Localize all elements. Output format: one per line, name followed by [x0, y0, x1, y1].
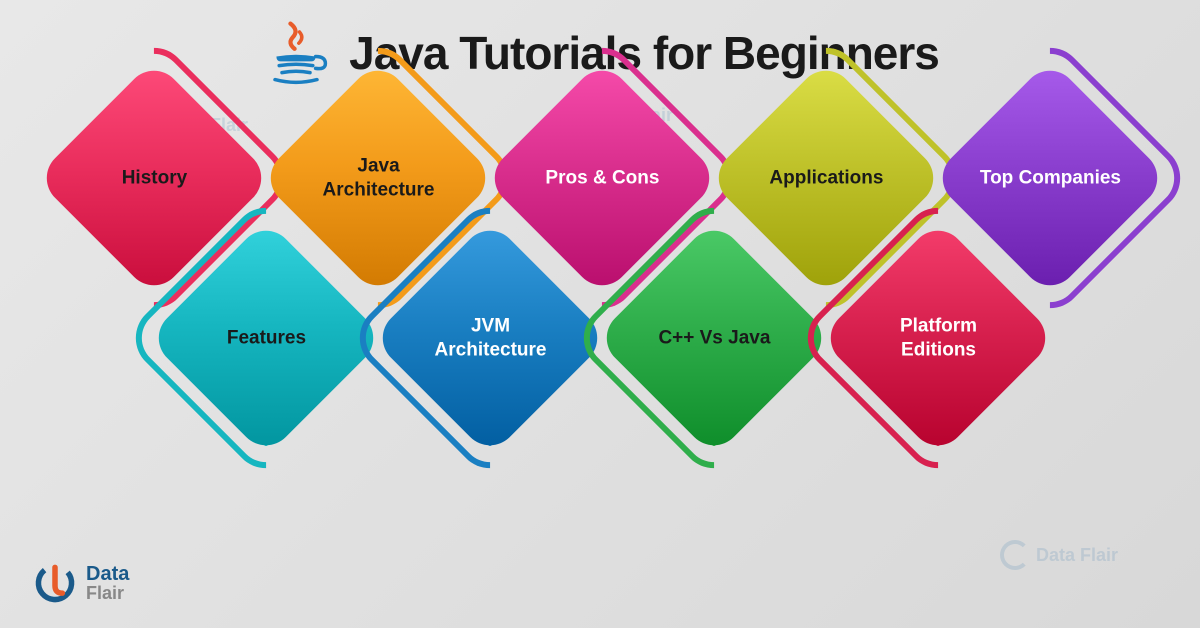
diagram-container: History Java Architecture Pros & Cons Appli…	[0, 98, 1200, 598]
topic-label: JVM Architecture	[418, 314, 563, 362]
topic-label: History	[82, 166, 227, 190]
topic-label: Pros & Cons	[530, 166, 675, 190]
topic-label: Java Architecture	[306, 154, 451, 202]
brand-swirl-icon	[32, 560, 78, 606]
topic-label: C++ Vs Java	[642, 326, 787, 350]
topic-label: Platform Editions	[866, 314, 1011, 362]
topic-label: Applications	[754, 166, 899, 190]
brand-name-line2: Flair	[86, 584, 129, 602]
brand-logo: Data Flair	[32, 560, 129, 606]
topic-label: Features	[194, 326, 339, 350]
brand-name-line1: Data	[86, 564, 129, 584]
topic-label: Top Companies	[978, 166, 1123, 190]
page-title: Java Tutorials for Beginners	[349, 26, 939, 80]
java-logo-icon	[261, 18, 331, 88]
